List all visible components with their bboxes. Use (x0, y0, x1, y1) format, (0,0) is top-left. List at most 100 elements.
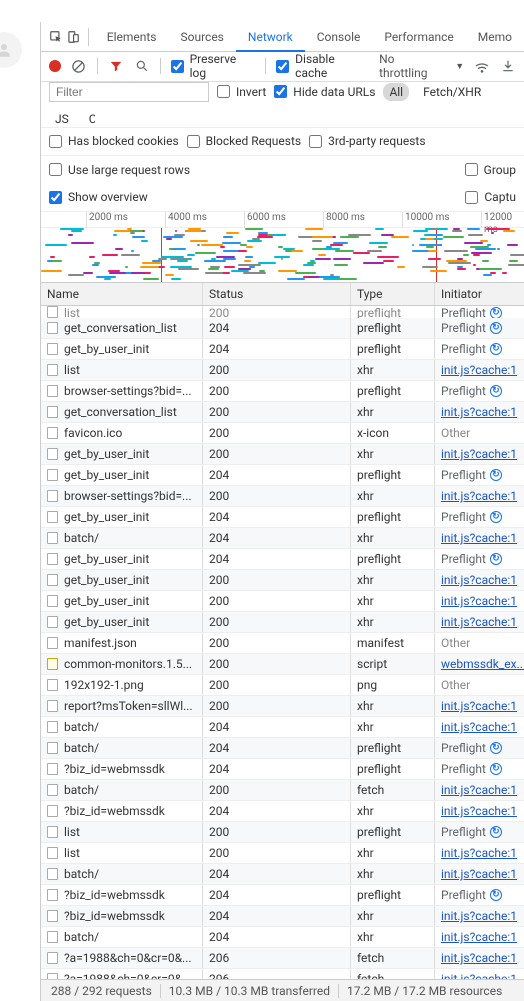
request-list[interactable]: list200preflightPreflight↻get_conversati… (41, 306, 524, 979)
disable-cache-checkbox[interactable]: Disable cache (276, 52, 369, 80)
tab-console[interactable]: Console (305, 22, 373, 52)
preserve-log-checkbox[interactable]: Preserve log (171, 52, 256, 80)
table-row[interactable]: list200preflightPreflight↻ (41, 306, 524, 318)
table-row[interactable]: get_by_user_init200xhrinit.js?cache:1 (41, 570, 524, 591)
table-row[interactable]: batch/204xhrinit.js?cache:1 (41, 717, 524, 738)
table-row[interactable]: ?biz_id=webmssdk204preflightPreflight↻ (41, 759, 524, 780)
table-row[interactable]: batch/204xhrinit.js?cache:1 (41, 864, 524, 885)
table-row[interactable]: browser-settings?bid=...200preflightPref… (41, 381, 524, 402)
initiator-link[interactable]: init.js?cache:1 (441, 699, 517, 713)
third-party-checkbox[interactable]: 3rd-party requests (309, 134, 425, 148)
import-export-icon[interactable] (500, 58, 516, 74)
table-row[interactable]: browser-settings?bid=...200xhrinit.js?ca… (41, 486, 524, 507)
type-filter-all[interactable]: All (383, 83, 409, 101)
capture-checkbox[interactable]: Captu (465, 190, 516, 204)
timeline-cursor-end[interactable] (436, 228, 437, 282)
table-row[interactable]: batch/204xhrinit.js?cache:1 (41, 528, 524, 549)
show-overview-checkbox[interactable]: Show overview (49, 190, 148, 204)
initiator-link[interactable]: init.js?cache:1 (441, 972, 517, 979)
hide-data-urls-input[interactable] (274, 85, 287, 98)
table-row[interactable]: batch/204xhrinit.js?cache:1 (41, 927, 524, 948)
initiator-link[interactable]: init.js?cache:1 (441, 846, 517, 860)
invert-input[interactable] (217, 85, 230, 98)
table-row[interactable]: manifest.json200manifestOther (41, 633, 524, 654)
blocked-requests-input[interactable] (187, 135, 200, 148)
table-row[interactable]: get_by_user_init204preflightPreflight↻ (41, 507, 524, 528)
table-row[interactable]: ?biz_id=webmssdk204xhrinit.js?cache:1 (41, 801, 524, 822)
record-button[interactable] (49, 60, 61, 72)
initiator-link[interactable]: init.js?cache:1 (441, 720, 517, 734)
initiator-link[interactable]: init.js?cache:1 (441, 615, 517, 629)
blocked-requests-checkbox[interactable]: Blocked Requests (187, 134, 301, 148)
table-row[interactable]: list200xhrinit.js?cache:1 (41, 360, 524, 381)
initiator-link[interactable]: init.js?cache:1 (441, 447, 517, 461)
table-row[interactable]: list200preflightPreflight↻ (41, 822, 524, 843)
initiator-link[interactable]: init.js?cache:1 (441, 531, 517, 545)
table-row[interactable]: get_by_user_init204preflightPreflight↻ (41, 339, 524, 360)
show-overview-input[interactable] (49, 191, 62, 204)
col-status[interactable]: Status (203, 283, 351, 306)
initiator-link[interactable]: init.js?cache:1 (441, 804, 517, 818)
table-row[interactable]: get_conversation_list204preflightPreflig… (41, 318, 524, 339)
invert-checkbox[interactable]: Invert (217, 85, 266, 99)
table-row[interactable]: 192x192-1.png200pngOther (41, 675, 524, 696)
filter-icon[interactable] (108, 58, 124, 74)
initiator-link[interactable]: init.js?cache:1 (441, 909, 517, 923)
initiator-link[interactable]: init.js?cache:1 (441, 867, 517, 881)
table-row[interactable]: ?biz_id=webmssdk204preflightPreflight↻ (41, 885, 524, 906)
third-party-input[interactable] (309, 135, 322, 148)
table-row[interactable]: common-monitors.1.5...200scriptwebmssdk_… (41, 654, 524, 675)
table-row[interactable]: batch/204preflightPreflight↻ (41, 738, 524, 759)
timeline-cursor-start[interactable] (161, 228, 162, 282)
initiator-link[interactable]: init.js?cache:1 (441, 363, 517, 377)
col-initiator[interactable]: Initiator (435, 283, 524, 306)
table-row[interactable]: get_by_user_init204preflightPreflight↻ (41, 465, 524, 486)
table-row[interactable]: get_by_user_init200xhrinit.js?cache:1 (41, 444, 524, 465)
has-blocked-cookies-checkbox[interactable]: Has blocked cookies (49, 134, 179, 148)
initiator-link[interactable]: init.js?cache:1 (441, 930, 517, 944)
table-row[interactable]: get_by_user_init200xhrinit.js?cache:1 (41, 612, 524, 633)
initiator-link[interactable]: init.js?cache:1 (441, 489, 517, 503)
col-name[interactable]: Name (41, 283, 203, 306)
table-row[interactable]: batch/200fetchinit.js?cache:1 (41, 780, 524, 801)
capture-input[interactable] (465, 191, 478, 204)
type-filter-js[interactable]: JS (49, 110, 75, 128)
inspect-icon[interactable] (47, 26, 64, 48)
tab-sources[interactable]: Sources (169, 22, 236, 52)
table-row[interactable]: favicon.ico200x-iconOther (41, 423, 524, 444)
large-rows-checkbox[interactable]: Use large request rows (49, 163, 190, 177)
timeline-overview[interactable]: 2000 ms4000 ms6000 ms8000 ms10000 ms1200… (41, 212, 524, 283)
table-row[interactable]: report?msToken=sllWl...200xhrinit.js?cac… (41, 696, 524, 717)
hide-data-urls-checkbox[interactable]: Hide data URLs (274, 85, 375, 99)
table-row[interactable]: list200xhrinit.js?cache:1 (41, 843, 524, 864)
search-icon[interactable] (134, 58, 150, 74)
group-by-frame-input[interactable] (465, 163, 478, 176)
clear-icon[interactable] (71, 58, 87, 74)
initiator-link[interactable]: init.js?cache:1 (441, 573, 517, 587)
initiator-link[interactable]: init.js?cache:1 (441, 951, 517, 965)
table-row[interactable]: get_by_user_init204preflightPreflight↻ (41, 549, 524, 570)
device-icon[interactable] (64, 26, 81, 48)
tab-elements[interactable]: Elements (95, 22, 169, 52)
table-row[interactable]: ?a=1988&ch=0&cr=0&...206fetchinit.js?cac… (41, 948, 524, 969)
network-conditions-icon[interactable] (474, 58, 490, 74)
initiator-link[interactable]: webmssdk_ex... (441, 657, 524, 671)
col-type[interactable]: Type (351, 283, 435, 306)
tab-network[interactable]: Network (236, 22, 305, 52)
preserve-log-input[interactable] (171, 60, 184, 73)
type-filter-fetchxhr[interactable]: Fetch/XHR (417, 83, 487, 101)
has-blocked-cookies-input[interactable] (49, 135, 62, 148)
type-filter-css[interactable]: CS (83, 110, 95, 128)
tab-performance[interactable]: Performance (372, 22, 465, 52)
large-rows-input[interactable] (49, 163, 62, 176)
table-row[interactable]: ?a=1988&ch=0&cr=0&...206fetchinit.js?cac… (41, 969, 524, 979)
tab-memory[interactable]: Memo (466, 22, 524, 52)
disable-cache-input[interactable] (276, 60, 289, 73)
group-by-frame-checkbox[interactable]: Group (465, 163, 516, 177)
initiator-link[interactable]: init.js?cache:1 (441, 783, 517, 797)
table-row[interactable]: get_by_user_init200xhrinit.js?cache:1 (41, 591, 524, 612)
table-row[interactable]: ?biz_id=webmssdk204xhrinit.js?cache:1 (41, 906, 524, 927)
initiator-link[interactable]: init.js?cache:1 (441, 594, 517, 608)
throttling-select[interactable]: No throttling ▼ (379, 52, 464, 80)
table-row[interactable]: get_conversation_list200xhrinit.js?cache… (41, 402, 524, 423)
